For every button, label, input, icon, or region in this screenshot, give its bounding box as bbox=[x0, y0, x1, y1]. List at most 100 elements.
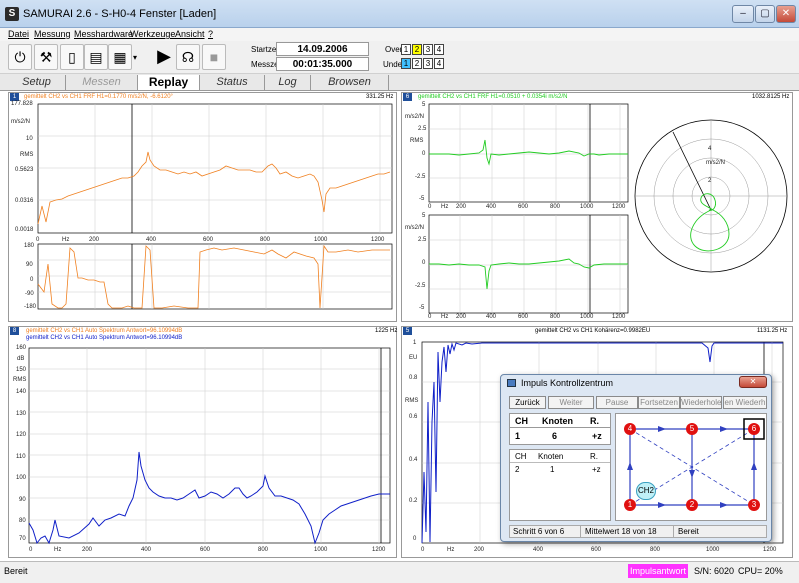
x-tick: 1200 bbox=[612, 204, 626, 210]
phase-plot bbox=[37, 243, 393, 310]
x-tick: 400 bbox=[146, 237, 157, 243]
x-tick: 800 bbox=[550, 204, 561, 210]
phase-tick: 0 bbox=[30, 277, 34, 283]
app-icon: S bbox=[5, 7, 19, 21]
stop-icon[interactable]: ■ bbox=[202, 44, 226, 70]
panel-frequency: 1225 Hz bbox=[375, 328, 398, 334]
y-tick: 0 bbox=[413, 536, 417, 542]
node-5[interactable]: 5 bbox=[686, 423, 698, 435]
y-tick: 140 bbox=[16, 389, 27, 395]
cpu-usage: CPU= 20% bbox=[738, 566, 783, 576]
node-diagram: 4 5 6 1 2 3 CH2 bbox=[615, 413, 767, 521]
menu-help[interactable]: ? bbox=[208, 29, 213, 39]
phase-tick: -90 bbox=[25, 291, 34, 297]
table-header-r: R. bbox=[590, 416, 599, 426]
menu-datei[interactable]: Datei bbox=[8, 29, 29, 39]
tab-replay[interactable]: Replay bbox=[138, 75, 200, 90]
tab-browsen[interactable]: Browsen bbox=[311, 75, 389, 90]
dialog-status-bar: Schritt 6 von 6 Mittelwert 18 von 18 Ber… bbox=[509, 525, 767, 538]
node-2[interactable]: 2 bbox=[686, 499, 698, 511]
node-3[interactable]: 3 bbox=[748, 499, 760, 511]
close-button[interactable]: ✕ bbox=[776, 5, 796, 23]
x-tick: 0 bbox=[428, 204, 432, 210]
x-tick: 800 bbox=[550, 314, 561, 320]
ch2-sensor-marker[interactable]: CH2 bbox=[636, 482, 656, 500]
weiter-button[interactable]: Weiter bbox=[548, 396, 594, 409]
x-axis-unit: Hz bbox=[54, 547, 62, 553]
wiederholen-button[interactable]: en Wiederh bbox=[723, 396, 767, 409]
minimize-button[interactable]: – bbox=[732, 5, 754, 23]
chart-icon[interactable]: ▦ bbox=[108, 44, 132, 70]
node-1[interactable]: 1 bbox=[624, 499, 636, 511]
y-tick: 160 bbox=[16, 345, 27, 351]
x-tick: 1200 bbox=[763, 547, 777, 553]
y-tick: 0.6 bbox=[409, 414, 418, 420]
step-status: Schritt 6 von 6 bbox=[513, 527, 565, 536]
tab-log[interactable]: Log bbox=[265, 75, 311, 90]
panel-number: 5 bbox=[403, 327, 412, 335]
node-6[interactable]: 6 bbox=[748, 423, 760, 435]
x-tick: 200 bbox=[456, 314, 467, 320]
y-tick: 130 bbox=[16, 411, 27, 417]
dialog-close-button[interactable]: ✕ bbox=[739, 376, 767, 388]
measure-time-value: 00:01:35.000 bbox=[276, 57, 369, 71]
status-text: Bereit bbox=[4, 566, 28, 576]
y-tick: 5 bbox=[422, 213, 426, 219]
x-tick: 800 bbox=[650, 547, 661, 553]
report-icon[interactable]: ▤ bbox=[84, 44, 108, 70]
y-tick: 110 bbox=[16, 454, 26, 460]
panel-number: 6 bbox=[403, 93, 412, 101]
power-icon[interactable]: ⏻ bbox=[8, 44, 32, 70]
table-header-knoten: Knoten bbox=[542, 416, 573, 426]
active-node-table: CH Knoten R. 1 6 +z bbox=[509, 413, 611, 445]
panel-header: gemittelt CH2 vs CH1 Auto Spektrum Antwo… bbox=[26, 335, 183, 341]
x-tick: 600 bbox=[518, 204, 529, 210]
y-tick: 90 bbox=[19, 497, 26, 503]
polar-tick: 2 bbox=[708, 178, 712, 184]
toolbar: ⏻ ⚒ ▯ ▤ ▦ ▾ ▶ ☊ ■ Startzeit 14.09.2006 1… bbox=[0, 41, 799, 74]
y-tick: 150 bbox=[16, 367, 27, 373]
maximize-button[interactable]: ▢ bbox=[755, 5, 775, 23]
x-axis-unit: Hz bbox=[441, 204, 449, 210]
table-header-knoten: Knoten bbox=[538, 452, 564, 461]
over-counter-2: 2 bbox=[412, 44, 422, 55]
x-tick: 1000 bbox=[580, 204, 594, 210]
panel-header: gemittelt CH2 vs CH1 Auto Spektrum Antwo… bbox=[26, 328, 183, 334]
y-tick: 0.0018 bbox=[15, 227, 34, 233]
impulse-icon[interactable]: ☊ bbox=[176, 44, 200, 70]
menu-messhardware[interactable]: Messhardware bbox=[74, 29, 133, 39]
phase-tick: -180 bbox=[24, 304, 37, 310]
menu-ansicht[interactable]: Ansicht bbox=[175, 29, 205, 39]
under-counter-3: 3 bbox=[423, 58, 433, 69]
spectrum-plot bbox=[28, 347, 391, 545]
over-counter-4: 4 bbox=[434, 44, 444, 55]
probe-icon[interactable]: ⚒ bbox=[34, 44, 58, 70]
y-tick: 70 bbox=[19, 536, 26, 542]
pause-button[interactable]: Pause bbox=[596, 396, 638, 409]
table-cell-r: +z bbox=[592, 431, 602, 441]
x-tick: 600 bbox=[200, 547, 211, 553]
x-tick: 200 bbox=[474, 547, 485, 553]
blank-document-icon[interactable]: ▯ bbox=[60, 44, 84, 70]
zurueck-button[interactable]: Zurück bbox=[509, 396, 546, 409]
tab-messen[interactable]: Messen bbox=[66, 75, 138, 90]
play-icon[interactable]: ▶ bbox=[152, 44, 176, 70]
menu-werkzeuge[interactable]: Werkzeuge bbox=[130, 29, 175, 39]
tab-setup[interactable]: Setup bbox=[8, 75, 66, 90]
fortsetzen-button[interactable]: Fortsetzen bbox=[638, 396, 680, 409]
table-cell-r: +z bbox=[592, 465, 601, 474]
wiederhole-button[interactable]: Wiederhole bbox=[680, 396, 722, 409]
tab-status[interactable]: Status bbox=[200, 75, 265, 90]
y-tick: -2.5 bbox=[415, 283, 426, 289]
dropdown-icon[interactable]: ▾ bbox=[133, 53, 137, 62]
panel-header: gemittelt CH2 vs CH1 FRF H1=0.1770 m/s2/… bbox=[24, 94, 173, 100]
y-tick: 80 bbox=[19, 518, 26, 524]
over-counter-3: 3 bbox=[423, 44, 433, 55]
node-4[interactable]: 4 bbox=[624, 423, 636, 435]
x-tick: 0 bbox=[421, 547, 425, 553]
y-tick: 5 bbox=[422, 102, 426, 108]
x-tick: 1000 bbox=[706, 547, 720, 553]
y-tick: 0.5623 bbox=[15, 167, 34, 173]
menu-messung[interactable]: Messung bbox=[34, 29, 71, 39]
y-axis-label: dB bbox=[17, 356, 25, 362]
